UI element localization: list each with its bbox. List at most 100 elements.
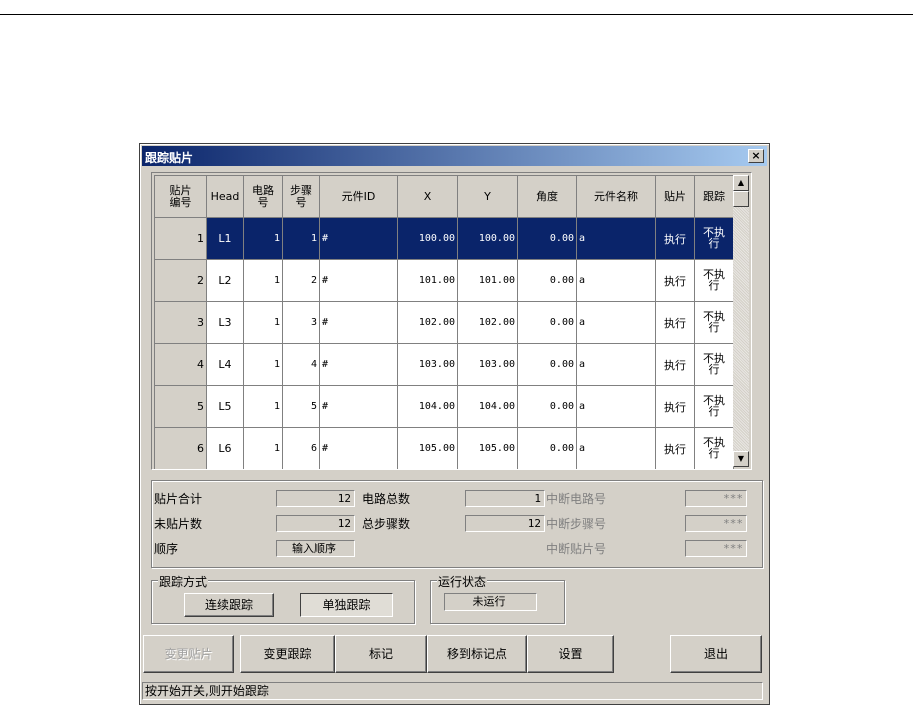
cell-id[interactable]: # [319,217,398,260]
order-field: 输入顺序 [276,540,355,557]
single-track-button[interactable]: 单独跟踪 [300,593,393,617]
cell-angle[interactable]: 0.00 [517,259,577,302]
cell-place[interactable]: 执行 [655,385,695,428]
cell-name[interactable]: a [576,343,656,386]
cell-name[interactable]: a [576,301,656,344]
cell-step[interactable]: 2 [282,259,320,302]
cell-y[interactable]: 104.00 [457,385,518,428]
cell-name[interactable]: a [576,259,656,302]
scroll-down-icon[interactable]: ▼ [733,451,749,467]
cell-head-text: L4 [218,358,232,371]
cell-place[interactable]: 执行 [655,301,695,344]
table-row[interactable]: 2 L2 1 2 #101.00 101.00 0.00 a 执行 不执行 [154,259,734,302]
cell-y[interactable]: 105.00 [457,427,518,469]
change-place-button[interactable]: 变更贴片 [143,635,234,673]
cell-circuit[interactable]: 1 [243,217,283,260]
cell-id[interactable]: # [319,343,398,386]
cell-angle[interactable]: 0.00 [517,217,577,260]
cell-circuit-text: 1 [273,443,280,454]
cell-circuit[interactable]: 1 [243,343,283,386]
cell-y-text: 102.00 [478,317,515,328]
cell-name[interactable]: a [576,427,656,469]
cell-circuit-text: 1 [273,317,280,328]
cell-track[interactable]: 不执行 [694,217,734,260]
mark-button[interactable]: 标记 [335,635,427,673]
cell-x[interactable]: 102.00 [397,301,458,344]
cell-head[interactable]: L1 [206,217,244,260]
goto-mark-button[interactable]: 移到标记点 [427,635,527,673]
cell-angle[interactable]: 0.00 [517,385,577,428]
cell-step[interactable]: 4 [282,343,320,386]
cell-head-text: L5 [218,400,232,413]
cell-step[interactable]: 5 [282,385,320,428]
cell-y[interactable]: 103.00 [457,343,518,386]
table-row[interactable]: 1 L1 1 1 #100.00 100.00 0.00 a 执行 不执行 [154,217,734,260]
cell-head[interactable]: L2 [206,259,244,302]
cell-track[interactable]: 不执行 [694,343,734,386]
cell-track[interactable]: 不执行 [694,301,734,344]
cell-y[interactable]: 102.00 [457,301,518,344]
cell-no[interactable]: 6 [154,427,207,469]
continuous-track-button[interactable]: 连续跟踪 [184,593,274,617]
table-row[interactable]: 4 L4 1 4 #103.00 103.00 0.00 a 执行 不执行 [154,343,734,386]
cell-x[interactable]: 105.00 [397,427,458,469]
cell-head[interactable]: L6 [206,427,244,469]
cell-step-text: 6 [310,443,317,454]
cell-track[interactable]: 不执行 [694,385,734,428]
cell-circuit[interactable]: 1 [243,259,283,302]
cell-place[interactable]: 执行 [655,427,695,469]
cell-id[interactable]: # [319,301,398,344]
cell-x[interactable]: 104.00 [397,385,458,428]
cell-id[interactable]: # [319,259,398,302]
scroll-thumb[interactable] [733,191,749,207]
vertical-scrollbar[interactable]: ▲ ▼ [733,175,749,467]
cell-no[interactable]: 4 [154,343,207,386]
cell-head-text: L6 [218,442,232,455]
cell-angle[interactable]: 0.00 [517,301,577,344]
cell-place[interactable]: 执行 [655,259,695,302]
table-row[interactable]: 5 L5 1 5 #104.00 104.00 0.00 a 执行 不执行 [154,385,734,428]
cell-circuit[interactable]: 1 [243,301,283,344]
cell-step[interactable]: 3 [282,301,320,344]
cell-head[interactable]: L4 [206,343,244,386]
cell-track[interactable]: 不执行 [694,259,734,302]
table-row[interactable]: 3 L3 1 3 #102.00 102.00 0.00 a 执行 不执行 [154,301,734,344]
cell-head[interactable]: L3 [206,301,244,344]
circuits-label: 电路总数 [362,492,411,506]
cell-step[interactable]: 6 [282,427,320,469]
summary-panel: 贴片合计 12 电路总数 1 中断电路号 *** 未贴片数 12 总步骤数 12… [151,480,763,568]
cell-x[interactable]: 100.00 [397,217,458,260]
cell-track[interactable]: 不执行 [694,427,734,469]
cell-no-text: 6 [197,442,204,455]
cell-x[interactable]: 101.00 [397,259,458,302]
cell-x-text: 104.00 [418,401,455,412]
cell-y[interactable]: 100.00 [457,217,518,260]
cell-place[interactable]: 执行 [655,343,695,386]
cell-name[interactable]: a [576,217,656,260]
close-button[interactable]: × [748,149,764,163]
cell-head[interactable]: L5 [206,385,244,428]
cell-circuit[interactable]: 1 [243,385,283,428]
cell-id-text: # [322,233,329,244]
exit-button[interactable]: 退出 [670,635,762,673]
table-row[interactable]: 6 L6 1 6 #105.00 105.00 0.00 a 执行 不执行 [154,427,734,469]
cell-name[interactable]: a [576,385,656,428]
cell-no[interactable]: 1 [154,217,207,260]
cell-angle[interactable]: 0.00 [517,427,577,469]
cell-no-text: 4 [197,358,204,371]
cell-angle[interactable]: 0.00 [517,343,577,386]
cell-id[interactable]: # [319,427,398,469]
scroll-up-icon[interactable]: ▲ [733,175,749,191]
settings-button[interactable]: 设置 [527,635,614,673]
cell-no[interactable]: 3 [154,301,207,344]
cell-circuit[interactable]: 1 [243,427,283,469]
cell-no[interactable]: 2 [154,259,207,302]
cell-y[interactable]: 101.00 [457,259,518,302]
cell-place[interactable]: 执行 [655,217,695,260]
cell-no[interactable]: 5 [154,385,207,428]
cell-step[interactable]: 1 [282,217,320,260]
change-track-button[interactable]: 变更跟踪 [240,635,335,673]
cell-x[interactable]: 103.00 [397,343,458,386]
cell-id[interactable]: # [319,385,398,428]
cell-place-text: 执行 [664,232,686,246]
